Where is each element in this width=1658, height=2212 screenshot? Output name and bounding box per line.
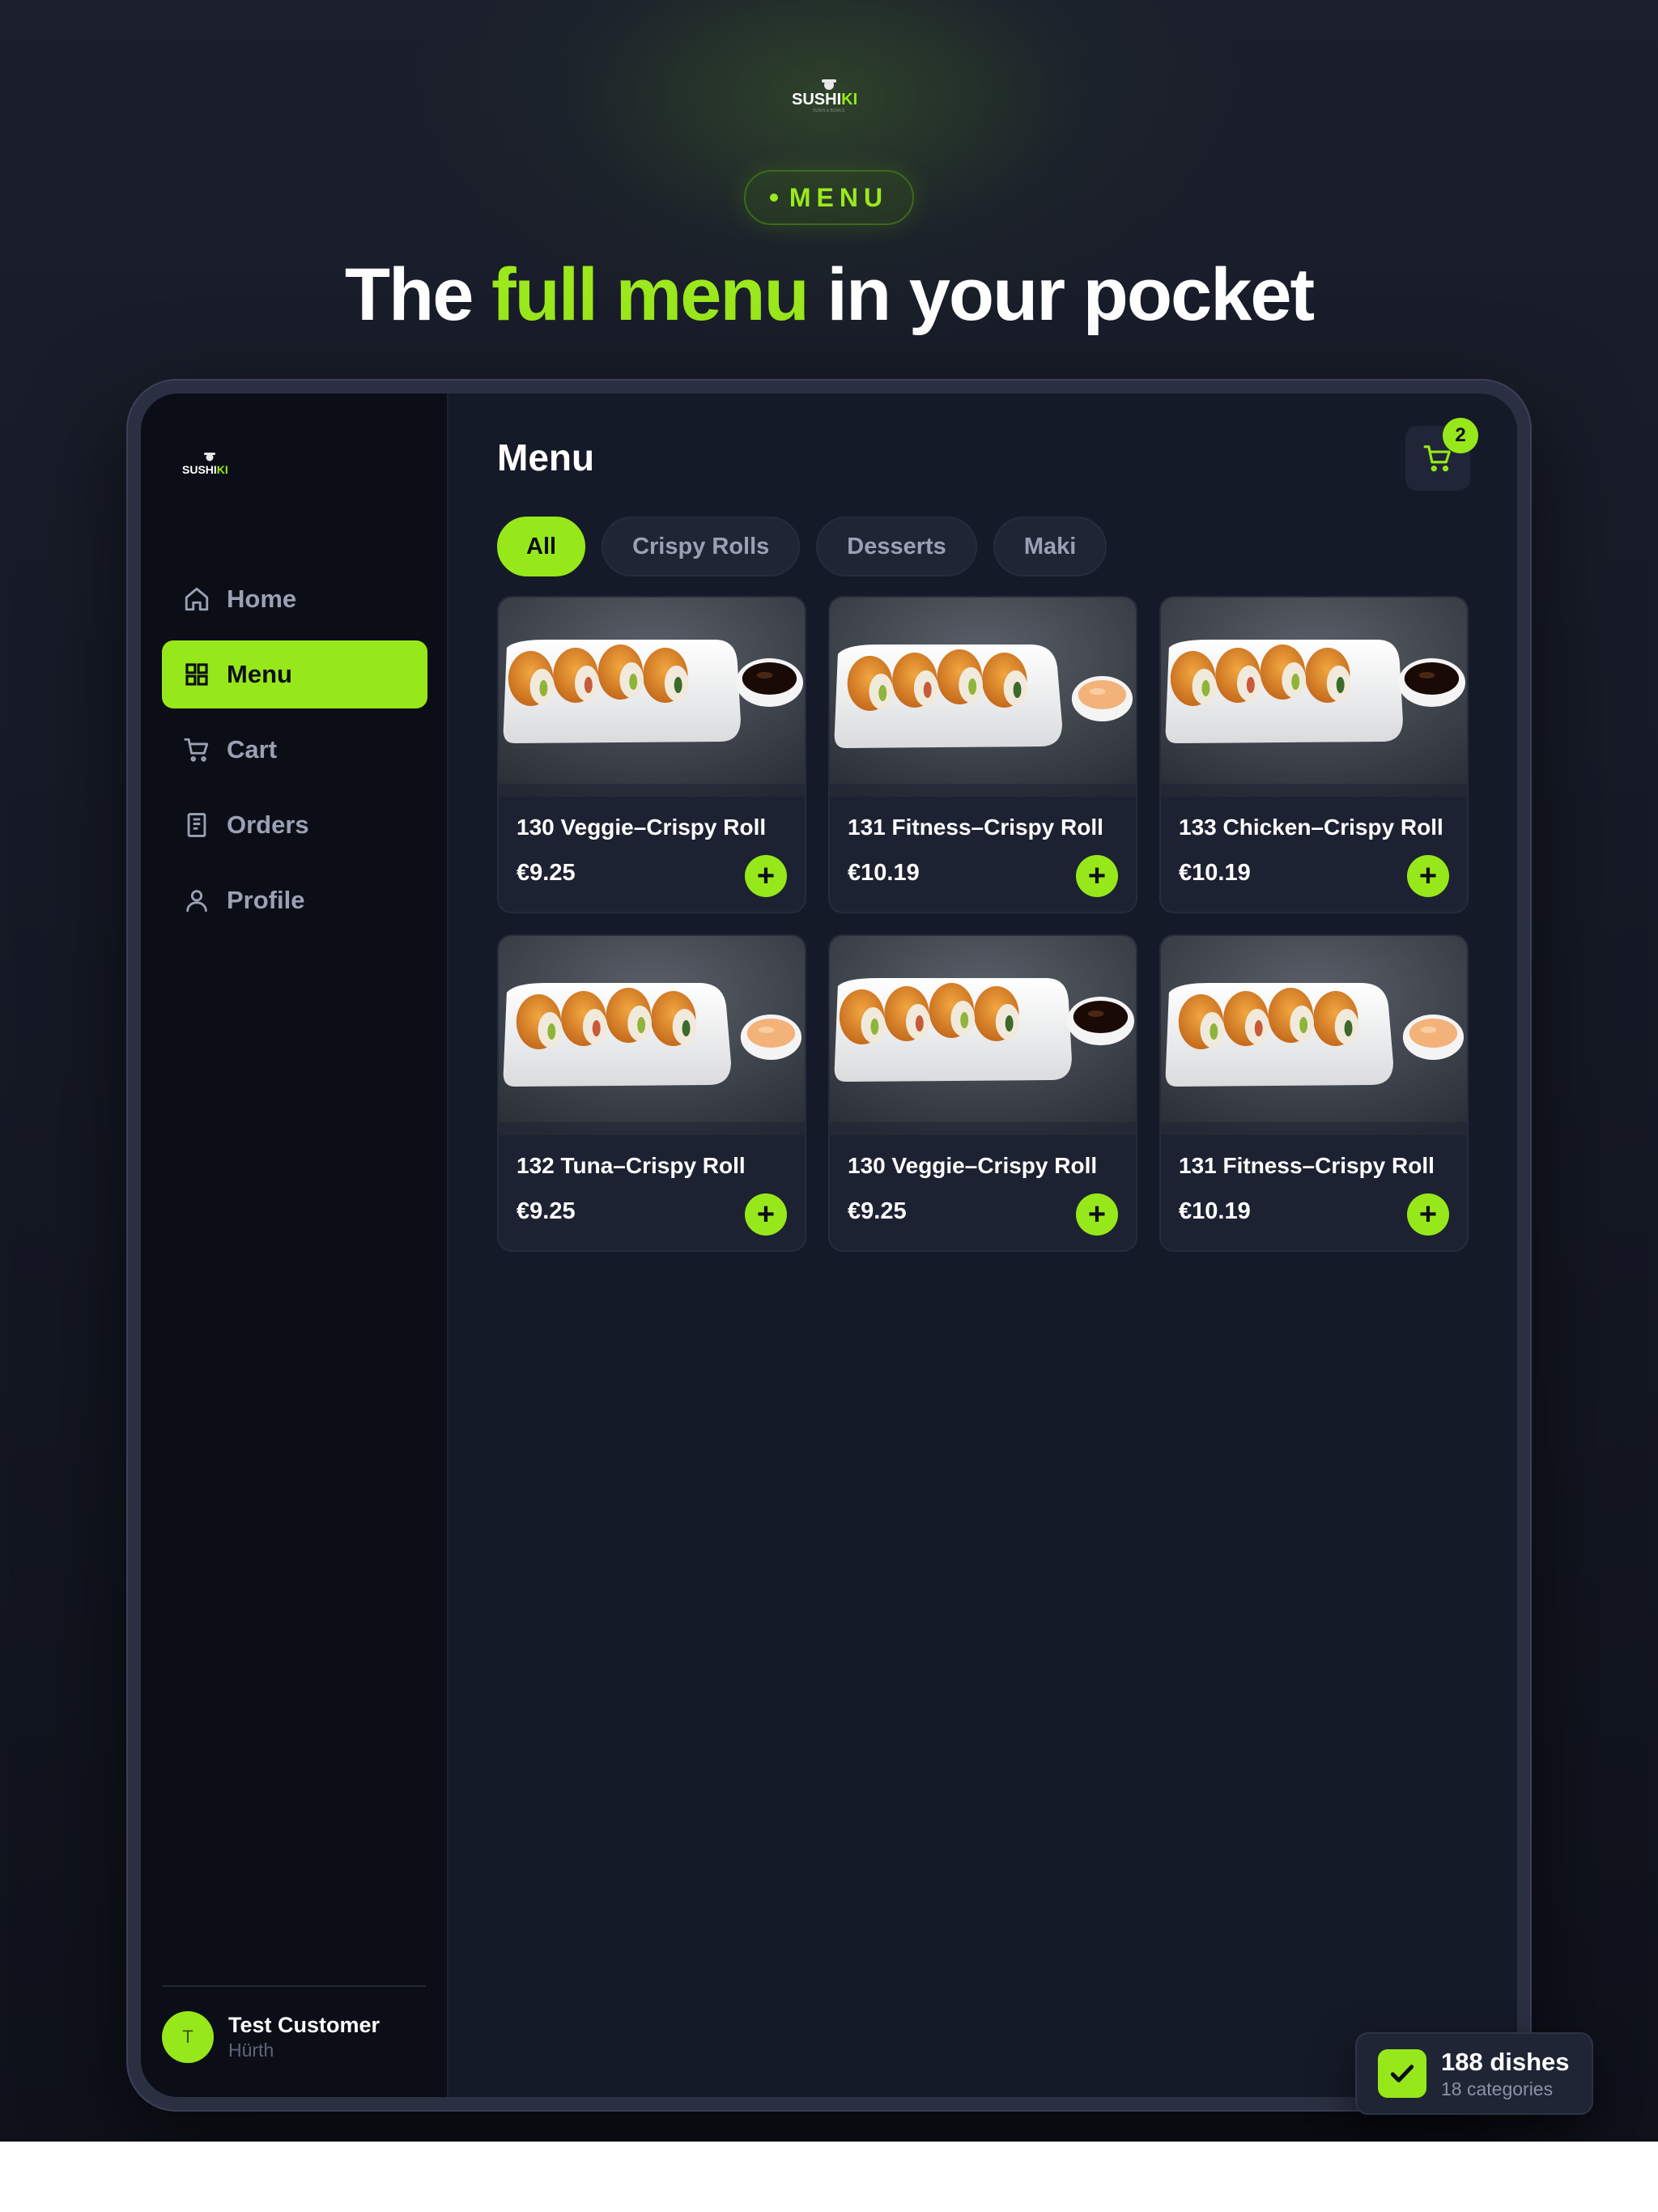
- check-badge: [1378, 2049, 1426, 2098]
- grid-icon: [185, 663, 208, 686]
- page-background: SUSHIKI SUSHI & BOWLS MENU The full menu…: [0, 0, 1658, 2142]
- sidebar-item-label: Profile: [227, 886, 305, 914]
- user-icon: [186, 890, 207, 912]
- dish-photo: [1161, 598, 1467, 797]
- headline-end: in your pocket: [807, 253, 1315, 336]
- sidebar-item-label: Menu: [227, 660, 292, 688]
- sidebar-item-home[interactable]: Home: [162, 565, 427, 633]
- dish-price: €9.25: [517, 1198, 576, 1224]
- dish-card[interactable]: 133 Chicken–Crispy Roll €10.19 +: [1159, 596, 1469, 913]
- page-headline: The full menu in your pocket: [0, 253, 1658, 338]
- headline-accent: full menu: [491, 253, 810, 336]
- dish-grid: 130 Veggie–Crispy Roll €9.25 + 131 Fitne…: [497, 596, 1469, 1252]
- svg-text:SUSHI & BOWLS: SUSHI & BOWLS: [813, 108, 845, 113]
- sidebar-item-menu[interactable]: Menu: [162, 640, 427, 708]
- dish-price: €10.19: [848, 860, 920, 886]
- section-pill: MENU: [744, 170, 914, 225]
- receipt-icon: [187, 813, 206, 837]
- dish-price: €10.19: [1179, 860, 1251, 886]
- dish-name: 132 Tuna–Crispy Roll: [517, 1153, 746, 1178]
- sidebar-item-profile[interactable]: Profile: [162, 866, 427, 934]
- user-profile-card[interactable]: T Test Customer Hürth: [162, 2011, 380, 2063]
- sidebar-nav: Home Menu Cart Orders Profile: [162, 565, 427, 942]
- add-to-cart-button[interactable]: +: [1407, 855, 1449, 897]
- dish-name: 133 Chicken–Crispy Roll: [1179, 815, 1443, 840]
- sidebar-item-orders[interactable]: Orders: [162, 791, 427, 859]
- cart-icon: [184, 738, 209, 762]
- sidebar-brand-logo: SUSHIKI: [182, 453, 228, 476]
- user-location: Hürth: [228, 2040, 274, 2061]
- dish-photo: [499, 936, 805, 1135]
- user-name: Test Customer: [228, 2013, 380, 2037]
- app-screen: SUSHIKI Home Menu Cart Orders Profile T …: [141, 393, 1517, 2097]
- toast-subtitle: 18 categories: [1441, 2078, 1554, 2099]
- page-title: Menu: [497, 436, 595, 479]
- dish-name: 130 Veggie–Crispy Roll: [517, 815, 767, 840]
- dish-price: €10.19: [1179, 1198, 1251, 1224]
- sidebar-divider: [162, 1985, 426, 1987]
- add-to-cart-button[interactable]: +: [745, 855, 787, 897]
- headline-start: The: [344, 253, 491, 336]
- sidebar-item-label: Cart: [227, 735, 278, 764]
- stats-toast: 188 dishes 18 categories: [1355, 2032, 1593, 2115]
- dish-card[interactable]: 131 Fitness–Crispy Roll €10.19 +: [1159, 934, 1469, 1252]
- dish-name: 131 Fitness–Crispy Roll: [1179, 1153, 1435, 1178]
- pill-label: MENU: [789, 182, 889, 212]
- avatar: T: [162, 2011, 214, 2063]
- add-to-cart-button[interactable]: +: [745, 1193, 787, 1236]
- cart-button[interactable]: 2: [1405, 418, 1478, 491]
- dish-card[interactable]: 130 Veggie–Crispy Roll €9.25 +: [497, 596, 806, 913]
- toast-title: 188 dishes: [1441, 2047, 1570, 2076]
- add-to-cart-button[interactable]: +: [1076, 855, 1118, 897]
- sidebar-item-label: Orders: [227, 810, 309, 839]
- home-icon: [185, 587, 209, 611]
- sidebar: SUSHIKI Home Menu Cart Orders Profile T …: [141, 393, 449, 2097]
- dish-name: 130 Veggie–Crispy Roll: [848, 1153, 1098, 1178]
- dish-photo: [499, 598, 805, 797]
- filter-chip-all[interactable]: All: [497, 517, 586, 576]
- pill-dot: [769, 194, 778, 202]
- brand-logo: SUSHIKI SUSHI & BOWLS: [792, 79, 857, 113]
- svg-text:SUSHIKI: SUSHIKI: [792, 91, 857, 108]
- dish-photo: [830, 598, 1136, 797]
- add-to-cart-button[interactable]: +: [1407, 1193, 1449, 1236]
- tablet-frame: SUSHIKI Home Menu Cart Orders Profile T …: [126, 379, 1532, 2112]
- add-to-cart-button[interactable]: +: [1076, 1193, 1118, 1236]
- check-icon: [1390, 2065, 1414, 2082]
- sidebar-item-label: Home: [227, 585, 297, 613]
- dish-photo: [1161, 936, 1467, 1135]
- cart-count-badge: 2: [1443, 418, 1478, 453]
- filter-chip-crispy-rolls[interactable]: Crispy Rolls: [602, 517, 801, 576]
- filter-chip-maki[interactable]: Maki: [993, 517, 1107, 576]
- main-content: Menu 2 All Crispy Rolls Desserts Maki 13…: [449, 393, 1517, 2097]
- dish-photo: [830, 936, 1136, 1135]
- dish-price: €9.25: [517, 860, 576, 886]
- dish-card[interactable]: 130 Veggie–Crispy Roll €9.25 +: [828, 934, 1137, 1252]
- dish-name: 131 Fitness–Crispy Roll: [848, 815, 1103, 840]
- dish-card[interactable]: 132 Tuna–Crispy Roll €9.25 +: [497, 934, 806, 1252]
- category-filters: All Crispy Rolls Desserts Maki: [497, 517, 1107, 576]
- dish-card[interactable]: 131 Fitness–Crispy Roll €10.19 +: [828, 596, 1137, 913]
- sidebar-item-cart[interactable]: Cart: [162, 716, 427, 784]
- dish-price: €9.25: [848, 1198, 907, 1224]
- filter-chip-desserts[interactable]: Desserts: [816, 517, 977, 576]
- svg-text:SUSHIKI: SUSHIKI: [182, 463, 228, 476]
